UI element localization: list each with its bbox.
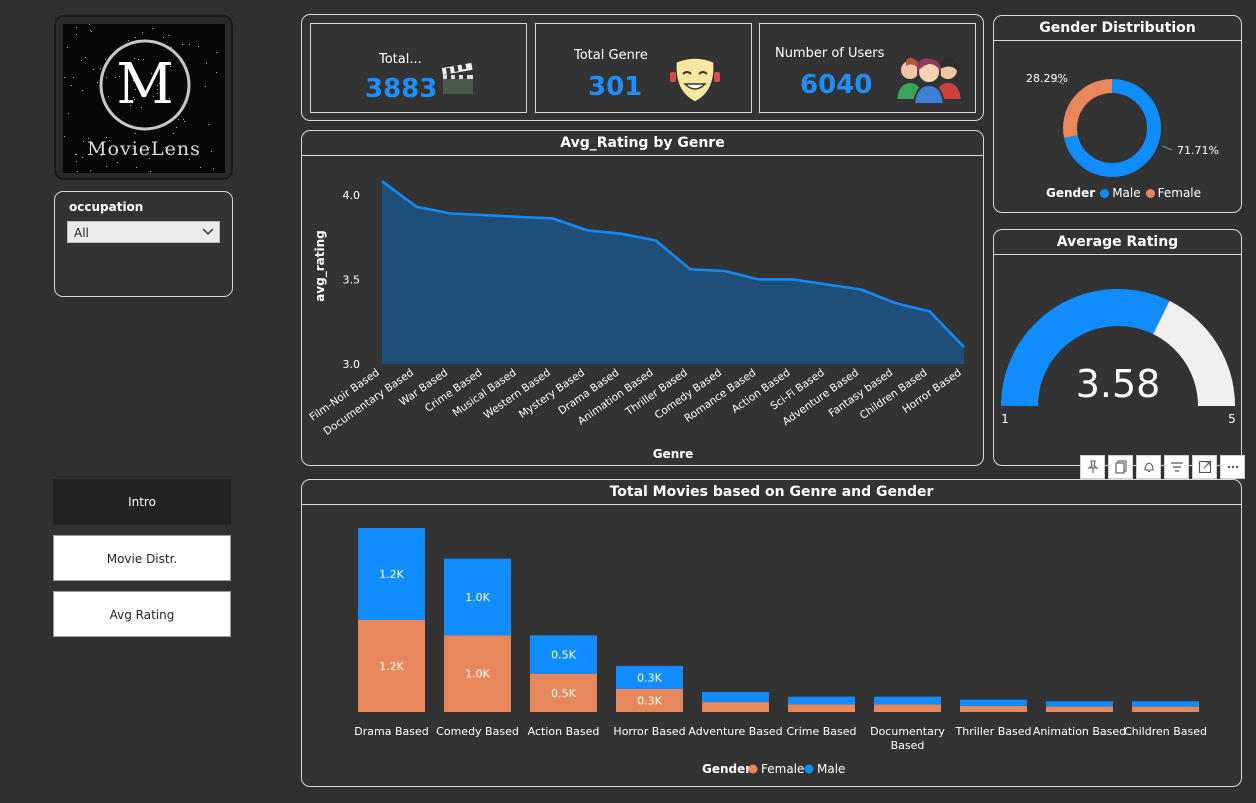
x-tick-label: Comedy Based: [436, 725, 519, 738]
occupation-slicer: occupation All: [54, 191, 233, 297]
logo-letter: M: [116, 52, 174, 117]
bar-female: [788, 704, 855, 712]
clapperboard-icon: [441, 62, 473, 94]
x-tick-label: Horror Based: [613, 725, 685, 738]
x-axis-title: Genre: [653, 447, 694, 461]
y-tick-label: 3.0: [343, 358, 361, 371]
legend-title: Gender: [702, 762, 751, 776]
movielens-logo: M MovieLens: [54, 15, 233, 180]
legend-dot-female: [1145, 189, 1155, 198]
gender-distribution-visual[interactable]: Gender Distribution 71.71% 28.29% Gender M…: [993, 15, 1242, 213]
legend-dot-male: [1100, 189, 1110, 198]
y-tick-label: 4.0: [343, 189, 361, 202]
legend-male: Male: [1112, 186, 1141, 200]
data-label: 1.2K: [379, 660, 404, 673]
legend-female: Female: [1157, 186, 1202, 200]
bar-female: [702, 702, 769, 712]
legend-title: Gender: [1046, 186, 1096, 200]
logo-text: MovieLens: [87, 138, 201, 160]
logo-image: M MovieLens: [63, 24, 225, 173]
legend-female: Female: [761, 762, 804, 776]
leader-line: [1161, 145, 1173, 151]
legend-dot-female: [748, 764, 758, 774]
x-tick-label: Documentary: [870, 725, 945, 738]
bar-male: [874, 696, 941, 705]
bar-male: [960, 699, 1027, 706]
visual-header-toolbar: [1080, 455, 1248, 479]
area-fill: [382, 181, 964, 364]
donut-slice-female: [1063, 79, 1113, 139]
bar-female: [1132, 706, 1199, 712]
focus-mode-icon[interactable]: [1192, 455, 1217, 479]
copy-icon[interactable]: [1108, 455, 1133, 479]
kpi-label: Total Genre: [574, 48, 648, 63]
slice-label-male: 71.71%: [1177, 144, 1219, 157]
gauge-track: [1153, 300, 1235, 406]
data-label: 0.3K: [637, 695, 662, 708]
gauge-min-label: 1: [1001, 412, 1009, 426]
nav-movie-distr-button[interactable]: Movie Distr.: [53, 535, 231, 581]
occupation-dropdown[interactable]: All: [67, 221, 220, 243]
stacked-bar-chart: 1.2K 1.2K Drama Based 1.0K 1.0K Comedy Based 0…: [354, 528, 1207, 776]
nav-avg-rating-button[interactable]: Avg Rating: [53, 591, 231, 637]
x-tick-label: Horror Based: [900, 367, 963, 416]
x-tick-label: Thriller Based: [955, 725, 1032, 738]
x-tick-label: Based: [891, 739, 925, 752]
nav-intro-button[interactable]: Intro: [53, 479, 231, 525]
y-axis-title: avg_rating: [313, 230, 328, 302]
users-group-icon: [894, 57, 964, 105]
legend-male: Male: [817, 762, 845, 776]
kpi-card-total-genre: Total Genre 301: [535, 23, 752, 113]
bar-female: [960, 705, 1027, 712]
gauge-value: 3.58: [1076, 362, 1161, 406]
donut-chart: 71.71% 28.29%: [1026, 72, 1219, 177]
area-chart: 3.03.54.0Film-Noir BasedDocumentary Base…: [307, 180, 965, 461]
bar-male: [1132, 701, 1199, 707]
more-options-icon[interactable]: [1220, 455, 1245, 479]
bell-icon[interactable]: [1136, 455, 1161, 479]
y-tick-label: 3.5: [343, 273, 361, 286]
data-label: 1.0K: [465, 668, 490, 681]
kpi-card-total-movies: Total... 3883: [310, 23, 527, 113]
x-tick-label: Children Based: [1124, 725, 1207, 738]
bar-male: [1046, 701, 1113, 707]
bar-male: [788, 696, 855, 705]
kpi-value: 6040: [800, 70, 873, 100]
data-label: 1.0K: [465, 591, 490, 604]
chevron-down-icon: [202, 228, 214, 236]
data-label: 1.2K: [379, 568, 404, 581]
theater-mask-icon: [670, 57, 720, 103]
kpi-value: 3883: [365, 74, 438, 104]
slicer-label: occupation: [69, 200, 144, 214]
x-tick-label: Action Based: [528, 725, 600, 738]
bar-female: [874, 704, 941, 712]
filter-icon[interactable]: [1164, 455, 1189, 479]
x-tick-label: Adventure Based: [688, 725, 782, 738]
pin-icon[interactable]: [1080, 455, 1105, 479]
gauge-chart: 3.58 1 5: [1001, 289, 1236, 426]
avg-rating-by-genre-visual[interactable]: Avg_Rating by Genre 3.0 3.5 4.0 Film-Noir B…: [301, 130, 984, 466]
dropdown-value: All: [74, 226, 89, 240]
bar-female: [1046, 706, 1113, 712]
movies-by-genre-gender-visual[interactable]: Total Movies based on Genre and Gender 1…: [301, 479, 1242, 787]
gauge-max-label: 5: [1228, 412, 1236, 426]
x-tick-label: Animation Based: [1033, 725, 1126, 738]
x-tick-label: Action Based: [730, 367, 793, 416]
slice-label-female: 28.29%: [1026, 72, 1068, 85]
average-rating-visual[interactable]: Average Rating 3.58 1 5: [993, 229, 1242, 466]
data-label: 0.5K: [551, 649, 576, 662]
legend-dot-male: [804, 764, 814, 774]
data-label: 0.5K: [551, 687, 576, 700]
x-tick-label: Crime Based: [786, 725, 856, 738]
kpi-card-number-of-users: Number of Users 6040: [759, 23, 976, 113]
x-tick-label: Drama Based: [354, 725, 428, 738]
kpi-container: Total... 3883 Total Genre 301 Number of …: [301, 14, 984, 121]
gender-legend: Gender Male Female: [1046, 186, 1201, 200]
bar-male: [702, 692, 769, 703]
kpi-value: 301: [588, 72, 643, 102]
kpi-label: Total...: [379, 52, 422, 67]
data-label: 0.3K: [637, 672, 662, 685]
kpi-label: Number of Users: [775, 46, 885, 61]
